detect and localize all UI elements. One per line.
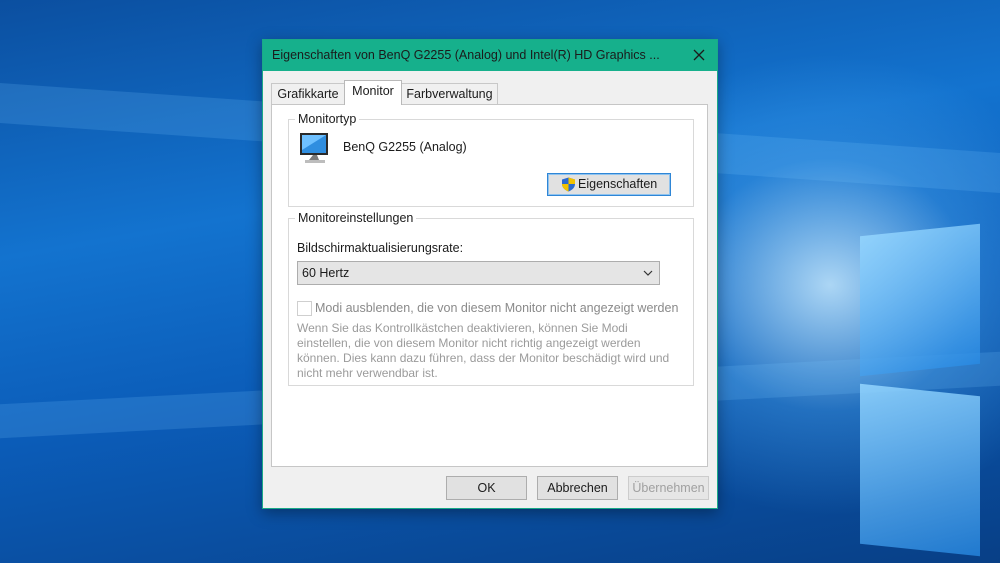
- monitor-type-legend: Monitortyp: [295, 112, 360, 126]
- refresh-rate-value: 60 Hertz: [302, 266, 350, 280]
- properties-button[interactable]: Eigenschaften: [547, 173, 671, 196]
- cancel-button[interactable]: Abbrechen: [537, 476, 618, 500]
- tab-grafikkarte[interactable]: Grafikkarte: [271, 83, 345, 104]
- dialog-title: Eigenschaften von BenQ G2255 (Analog) un…: [272, 48, 660, 62]
- properties-button-label: Eigenschaften: [578, 177, 658, 191]
- close-button[interactable]: [681, 40, 717, 71]
- uac-shield-icon: [562, 177, 575, 192]
- monitor-name: BenQ G2255 (Analog): [343, 140, 467, 154]
- hide-modes-checkbox[interactable]: [297, 301, 312, 316]
- windows-logo: [860, 210, 1000, 570]
- refresh-rate-dropdown[interactable]: 60 Hertz: [297, 261, 660, 285]
- hide-modes-label: Modi ausblenden, die von diesem Monitor …: [315, 301, 679, 315]
- close-icon: [693, 49, 705, 61]
- display-properties-dialog: Eigenschaften von BenQ G2255 (Analog) un…: [262, 39, 718, 509]
- monitor-type-group: Monitortyp BenQ G2255 (Analog) Eigenscha…: [288, 112, 694, 207]
- refresh-rate-label: Bildschirmaktualisierungsrate:: [297, 241, 464, 255]
- monitor-icon: [300, 133, 328, 163]
- warning-text: Wenn Sie das Kontrollkästchen deaktivier…: [297, 321, 670, 380]
- apply-button[interactable]: Übernehmen: [628, 476, 709, 500]
- monitor-settings-group: Monitoreinstellungen Bildschirmaktualisi…: [288, 211, 694, 386]
- chevron-down-icon: [643, 270, 653, 276]
- ok-button[interactable]: OK: [446, 476, 527, 500]
- tab-monitor[interactable]: Monitor: [344, 80, 402, 105]
- dialog-titlebar[interactable]: Eigenschaften von BenQ G2255 (Analog) un…: [263, 40, 717, 71]
- monitor-settings-legend: Monitoreinstellungen: [295, 211, 417, 225]
- tab-farbverwaltung[interactable]: Farbverwaltung: [401, 83, 498, 104]
- monitor-tab-panel: Monitortyp BenQ G2255 (Analog) Eigenscha…: [271, 104, 708, 467]
